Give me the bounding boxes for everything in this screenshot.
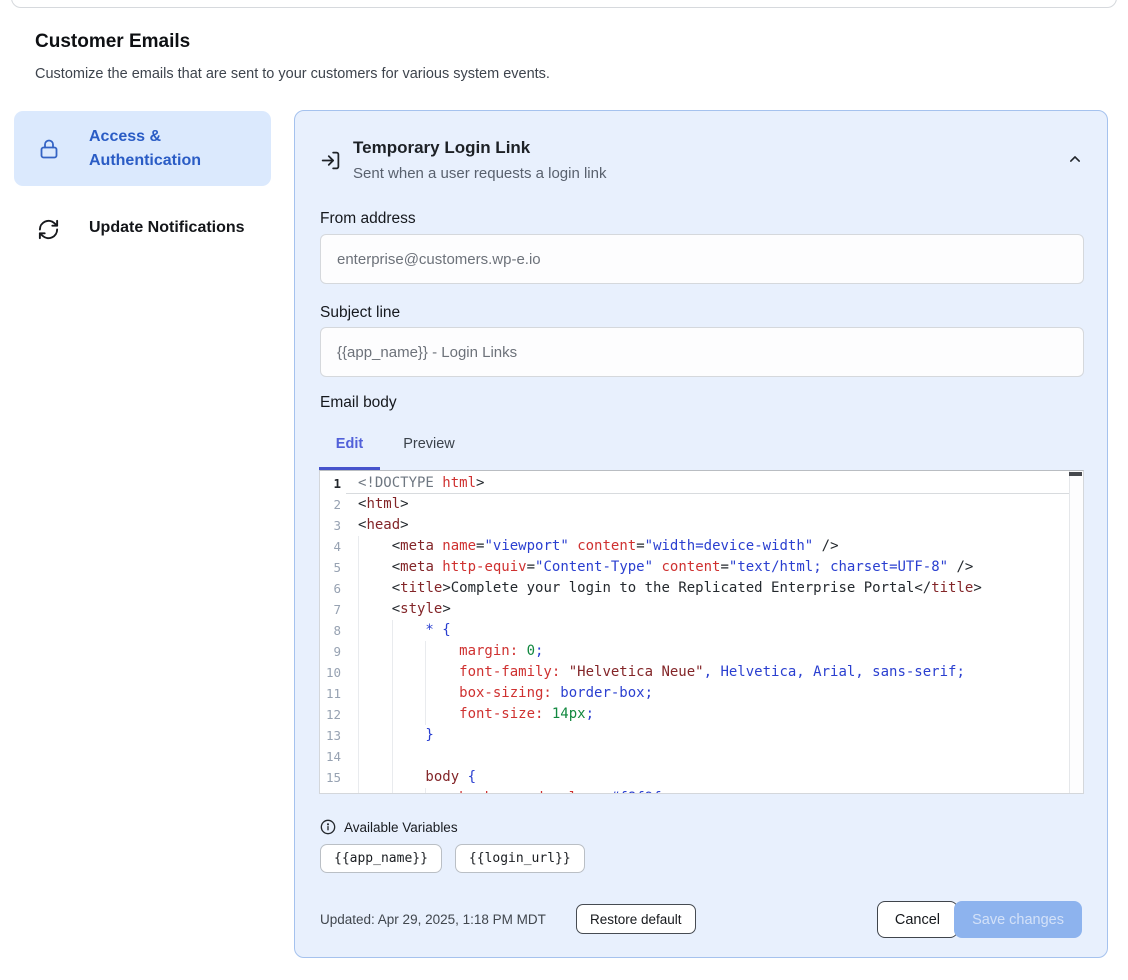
code-line-text: font-size: 14px; <box>346 704 1069 725</box>
code-line[interactable]: 7 <style> <box>320 599 1069 620</box>
from-address-input[interactable] <box>320 234 1084 284</box>
line-number: 12 <box>320 704 346 725</box>
restore-default-button[interactable]: Restore default <box>576 904 696 934</box>
line-number: 11 <box>320 683 346 704</box>
sidebar-item-label: Access & Authentication <box>89 125 259 173</box>
code-line-text: <html> <box>346 494 1069 515</box>
code-line-text: <style> <box>346 599 1069 620</box>
code-line[interactable]: 11 box-sizing: border-box; <box>320 683 1069 704</box>
previous-card-edge <box>11 0 1117 8</box>
code-line-text: body { <box>346 767 1069 788</box>
customer-emails-page: Customer Emails Customize the emails tha… <box>0 0 1128 980</box>
line-number: 8 <box>320 620 346 641</box>
line-number: 15 <box>320 767 346 788</box>
editor-scrollbar-thumb[interactable] <box>1069 472 1082 476</box>
lock-icon <box>37 137 61 161</box>
line-number: 14 <box>320 746 346 767</box>
code-line-text <box>346 746 1069 767</box>
temporary-login-link-panel: Temporary Login Link Sent when a user re… <box>294 110 1108 958</box>
line-number: 7 <box>320 599 346 620</box>
line-number: 4 <box>320 536 346 557</box>
from-address-label: From address <box>320 210 416 228</box>
code-line-text: <meta name="viewport" content="width=dev… <box>346 536 1069 557</box>
code-line[interactable]: 4 <meta name="viewport" content="width=d… <box>320 536 1069 557</box>
page-title: Customer Emails <box>35 31 190 53</box>
code-lines: 1<!DOCTYPE html>2<html>3<head>4 <meta na… <box>320 471 1069 794</box>
line-number: 10 <box>320 662 346 683</box>
chevron-up-icon <box>1065 149 1085 169</box>
code-line-text: <head> <box>346 515 1069 536</box>
page-subtitle: Customize the emails that are sent to yo… <box>35 66 550 82</box>
code-line[interactable]: 10 font-family: "Helvetica Neue", Helvet… <box>320 662 1069 683</box>
line-number: 6 <box>320 578 346 599</box>
code-line-text: box-sizing: border-box; <box>346 683 1069 704</box>
line-number: 2 <box>320 494 346 515</box>
code-line[interactable]: 6 <title>Complete your login to the Repl… <box>320 578 1069 599</box>
updated-timestamp: Updated: Apr 29, 2025, 1:18 PM MDT <box>320 901 546 937</box>
code-line-text: font-family: "Helvetica Neue", Helvetica… <box>346 662 1069 683</box>
collapse-panel-button[interactable] <box>1065 149 1085 169</box>
sidebar-item-update-notifications[interactable]: Update Notifications <box>14 205 271 253</box>
editor-scrollbar-track[interactable] <box>1069 471 1083 793</box>
sidebar-item-access-authentication[interactable]: Access & Authentication <box>14 111 271 186</box>
cancel-button[interactable]: Cancel <box>877 901 958 938</box>
line-number: 16 <box>320 788 346 794</box>
code-line[interactable]: 1<!DOCTYPE html> <box>320 473 1069 494</box>
available-variables-label: Available Variables <box>344 820 458 835</box>
variable-chip-login-url[interactable]: {{login_url}} <box>455 844 585 873</box>
panel-subtitle: Sent when a user requests a login link <box>353 165 606 182</box>
subject-line-input[interactable] <box>320 327 1084 377</box>
code-line-text: } <box>346 725 1069 746</box>
code-line[interactable]: 2<html> <box>320 494 1069 515</box>
panel-title: Temporary Login Link <box>353 138 530 158</box>
code-line[interactable]: 3<head> <box>320 515 1069 536</box>
subject-line-label: Subject line <box>320 304 400 322</box>
available-variables: Available Variables <box>320 819 458 835</box>
line-number: 9 <box>320 641 346 662</box>
log-in-icon <box>320 150 341 171</box>
code-line[interactable]: 16 background-color: #f8f9fa; <box>320 788 1069 794</box>
code-line-text: <!DOCTYPE html> <box>346 473 1069 494</box>
refresh-icon <box>37 218 60 241</box>
line-number: 5 <box>320 557 346 578</box>
code-line-text: background-color: #f8f9fa; <box>346 788 1069 794</box>
code-line[interactable]: 5 <meta http-equiv="Content-Type" conten… <box>320 557 1069 578</box>
line-number: 13 <box>320 725 346 746</box>
code-line[interactable]: 8 * { <box>320 620 1069 641</box>
variable-chip-app-name[interactable]: {{app_name}} <box>320 844 442 873</box>
variable-chips: {{app_name}} {{login_url}} <box>320 844 585 873</box>
save-changes-button[interactable]: Save changes <box>954 901 1082 938</box>
line-number: 3 <box>320 515 346 536</box>
code-line-text: margin: 0; <box>346 641 1069 662</box>
line-number: 1 <box>320 473 346 494</box>
tab-preview[interactable]: Preview <box>390 436 468 452</box>
code-line[interactable]: 15 body { <box>320 767 1069 788</box>
sidebar-item-label: Update Notifications <box>89 219 245 237</box>
info-icon <box>320 819 336 835</box>
code-line-text: <meta http-equiv="Content-Type" content=… <box>346 557 1069 578</box>
code-line[interactable]: 9 margin: 0; <box>320 641 1069 662</box>
code-line[interactable]: 13 } <box>320 725 1069 746</box>
code-line[interactable]: 14 <box>320 746 1069 767</box>
email-body-code-editor[interactable]: 1<!DOCTYPE html>2<html>3<head>4 <meta na… <box>319 470 1084 794</box>
code-line[interactable]: 12 font-size: 14px; <box>320 704 1069 725</box>
code-line-text: <title>Complete your login to the Replic… <box>346 578 1069 599</box>
email-body-label: Email body <box>320 394 397 412</box>
code-line-text: * { <box>346 620 1069 641</box>
tab-edit[interactable]: Edit <box>319 436 380 452</box>
